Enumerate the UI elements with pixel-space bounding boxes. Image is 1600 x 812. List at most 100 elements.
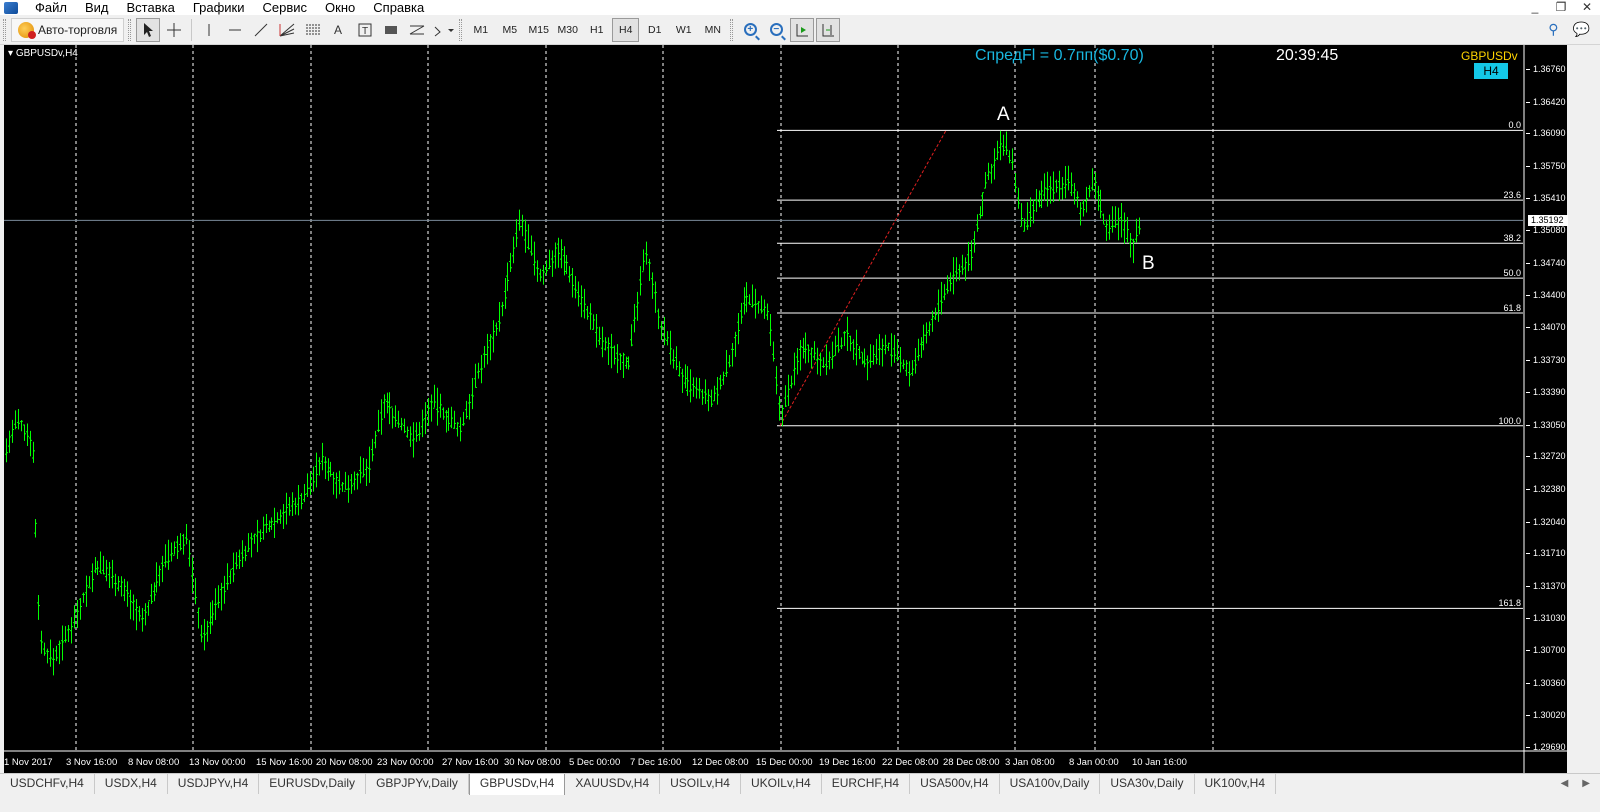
time-tick-label: 3 Jan 08:00 bbox=[1005, 757, 1055, 768]
chart-area[interactable]: ▾ GBPUSDv,H4 СпредFl = 0.7пп($0.70) 20:3… bbox=[4, 45, 1568, 773]
window-controls: _ ❐ ✕ bbox=[1522, 0, 1600, 15]
fib-level-label: 100.0 bbox=[1498, 415, 1521, 426]
text-icon: A bbox=[334, 23, 342, 37]
timeframe-m15[interactable]: M15 bbox=[525, 18, 552, 42]
autotrading-button[interactable]: Авто-торговля bbox=[11, 17, 125, 42]
zoom-out-icon: − bbox=[769, 23, 783, 36]
symbol-label[interactable]: ▾ GBPUSDv,H4 bbox=[8, 48, 78, 59]
vertical-line-button[interactable] bbox=[197, 18, 221, 42]
tab-gbpusdv-h4[interactable]: GBPUSDv,H4 bbox=[468, 774, 566, 796]
tab-usdchfv-h4[interactable]: USDCHFv,H4 bbox=[0, 774, 95, 794]
text-tool-button[interactable]: A bbox=[327, 18, 351, 42]
time-tick-label: 30 Nov 08:00 bbox=[504, 757, 561, 768]
toolbar: Авто-торговля A T M1 M5 M15 M30 H1 H4 D1… bbox=[0, 15, 1600, 45]
crosshair-tool-button[interactable] bbox=[162, 18, 186, 42]
tab-usa100v-daily[interactable]: USA100v,Daily bbox=[1000, 774, 1101, 794]
gann-tool-button[interactable] bbox=[405, 18, 429, 42]
tab-usdx-h4[interactable]: USDX,H4 bbox=[95, 774, 168, 794]
crosshair-icon bbox=[167, 22, 182, 37]
timeframe-mn[interactable]: MN bbox=[699, 18, 726, 42]
price-tick-label: 1.34400 bbox=[1526, 290, 1566, 301]
zoom-out-button[interactable]: − bbox=[764, 18, 788, 42]
chart-shift-button[interactable] bbox=[816, 17, 841, 42]
auto-scroll-icon bbox=[796, 23, 809, 36]
fib-level-label: 161.8 bbox=[1498, 598, 1521, 609]
tab-usdjpyv-h4[interactable]: USDJPYv,H4 bbox=[168, 774, 260, 794]
tab-gbpjpyv-daily[interactable]: GBPJPYv,Daily bbox=[366, 774, 469, 794]
cursor-tool-button[interactable] bbox=[136, 17, 161, 42]
wave-label-b: B bbox=[1142, 253, 1155, 274]
tab-scroll-left-icon[interactable]: ◀ bbox=[1561, 774, 1569, 794]
spread-indicator: СпредFl = 0.7пп($0.70) bbox=[975, 47, 1144, 64]
fib-level-label: 0.0 bbox=[1508, 120, 1521, 131]
price-tick-label: 1.31710 bbox=[1526, 548, 1566, 559]
toolbar-right: ⚲ 💬 bbox=[1548, 21, 1590, 38]
minimize-button[interactable]: _ bbox=[1522, 0, 1548, 15]
timeframe-w1[interactable]: W1 bbox=[670, 18, 697, 42]
timeframe-m5[interactable]: M5 bbox=[496, 18, 523, 42]
time-tick-label: 8 Jan 00:00 bbox=[1069, 757, 1119, 768]
tab-usoilv-h4[interactable]: USOILv,H4 bbox=[660, 774, 741, 794]
tab-usa30v-daily[interactable]: USA30v,Daily bbox=[1100, 774, 1195, 794]
price-tick-label: 1.29690 bbox=[1526, 742, 1566, 752]
rectangle-icon bbox=[385, 25, 398, 34]
price-tick-label: 1.36090 bbox=[1526, 128, 1566, 139]
tab-eurchf-h4[interactable]: EURCHF,H4 bbox=[822, 774, 911, 794]
time-tick-label: 1 Nov 2017 bbox=[4, 757, 53, 768]
time-tick-label: 20 Nov 08:00 bbox=[316, 757, 373, 768]
time-tick-label: 5 Dec 00:00 bbox=[569, 757, 621, 768]
time-tick-label: 23 Nov 00:00 bbox=[377, 757, 434, 768]
price-tick-label: 1.35410 bbox=[1526, 193, 1566, 204]
rectangle-tool-button[interactable] bbox=[379, 18, 403, 42]
search-icon[interactable]: ⚲ bbox=[1548, 21, 1558, 38]
fibo-retracement-button[interactable] bbox=[301, 18, 325, 42]
timeframe-h1[interactable]: H1 bbox=[583, 18, 610, 42]
horizontal-line-button[interactable] bbox=[223, 18, 247, 42]
trendline-button[interactable] bbox=[249, 18, 273, 42]
price-tick-label: 1.32040 bbox=[1526, 516, 1566, 527]
text-label-icon: T bbox=[358, 23, 372, 37]
toolbar-grip[interactable] bbox=[3, 18, 6, 41]
price-tick-label: 1.33730 bbox=[1526, 354, 1566, 365]
text-label-button[interactable]: T bbox=[353, 18, 377, 42]
close-button[interactable]: ✕ bbox=[1574, 0, 1600, 15]
auto-scroll-button[interactable] bbox=[790, 17, 815, 42]
toolbar-grip[interactable] bbox=[128, 18, 132, 41]
arrows-dropdown-button[interactable] bbox=[431, 18, 455, 42]
timeframe-h4[interactable]: H4 bbox=[612, 17, 640, 42]
wave-label-a: A bbox=[997, 104, 1010, 125]
toolbar-grip[interactable] bbox=[459, 18, 463, 41]
tab-xauusdv-h4[interactable]: XAUUSDv,H4 bbox=[565, 774, 661, 794]
tab-ukoilv-h4[interactable]: UKOILv,H4 bbox=[741, 774, 822, 794]
chat-icon[interactable]: 💬 bbox=[1573, 21, 1590, 38]
restore-button[interactable]: ❐ bbox=[1548, 0, 1574, 15]
tab-usa500v-h4[interactable]: USA500v,H4 bbox=[910, 774, 1000, 794]
menu-file[interactable]: Файл bbox=[26, 0, 76, 15]
timeframe-d1[interactable]: D1 bbox=[641, 18, 668, 42]
svg-text:T: T bbox=[362, 26, 368, 37]
symbol-badge: GBPUSDv bbox=[1461, 49, 1518, 63]
timeframe-m30[interactable]: M30 bbox=[554, 18, 581, 42]
toolbar-grip[interactable] bbox=[730, 18, 734, 41]
tab-eurusdv-daily[interactable]: EURUSDv,Daily bbox=[259, 774, 367, 794]
fibo-fan-button[interactable] bbox=[275, 18, 299, 42]
menu-view[interactable]: Вид bbox=[76, 0, 118, 15]
tab-scroll-right-icon[interactable]: ▶ bbox=[1582, 774, 1590, 794]
time-tick-label: 19 Dec 16:00 bbox=[819, 757, 876, 768]
timeframe-badge: H4 bbox=[1474, 63, 1508, 79]
menu-insert[interactable]: Вставка bbox=[118, 0, 184, 15]
menu-help[interactable]: Справка bbox=[364, 0, 433, 15]
time-tick-label: 8 Nov 08:00 bbox=[128, 757, 180, 768]
time-tick-label: 28 Dec 08:00 bbox=[943, 757, 1000, 768]
price-tick-label: 1.34070 bbox=[1526, 321, 1566, 332]
price-tick-label: 1.34740 bbox=[1526, 257, 1566, 268]
menu-window[interactable]: Окно bbox=[316, 0, 364, 15]
zoom-in-button[interactable]: + bbox=[738, 18, 762, 42]
autotrading-icon bbox=[18, 21, 36, 39]
menu-tools[interactable]: Сервис bbox=[254, 0, 317, 15]
tab-uk100v-h4[interactable]: UK100v,H4 bbox=[1195, 774, 1276, 794]
menu-charts[interactable]: Графики bbox=[184, 0, 254, 15]
timeframe-m1[interactable]: M1 bbox=[467, 18, 494, 42]
time-tick-label: 13 Nov 00:00 bbox=[189, 757, 246, 768]
fibonacci-icon bbox=[306, 24, 321, 34]
